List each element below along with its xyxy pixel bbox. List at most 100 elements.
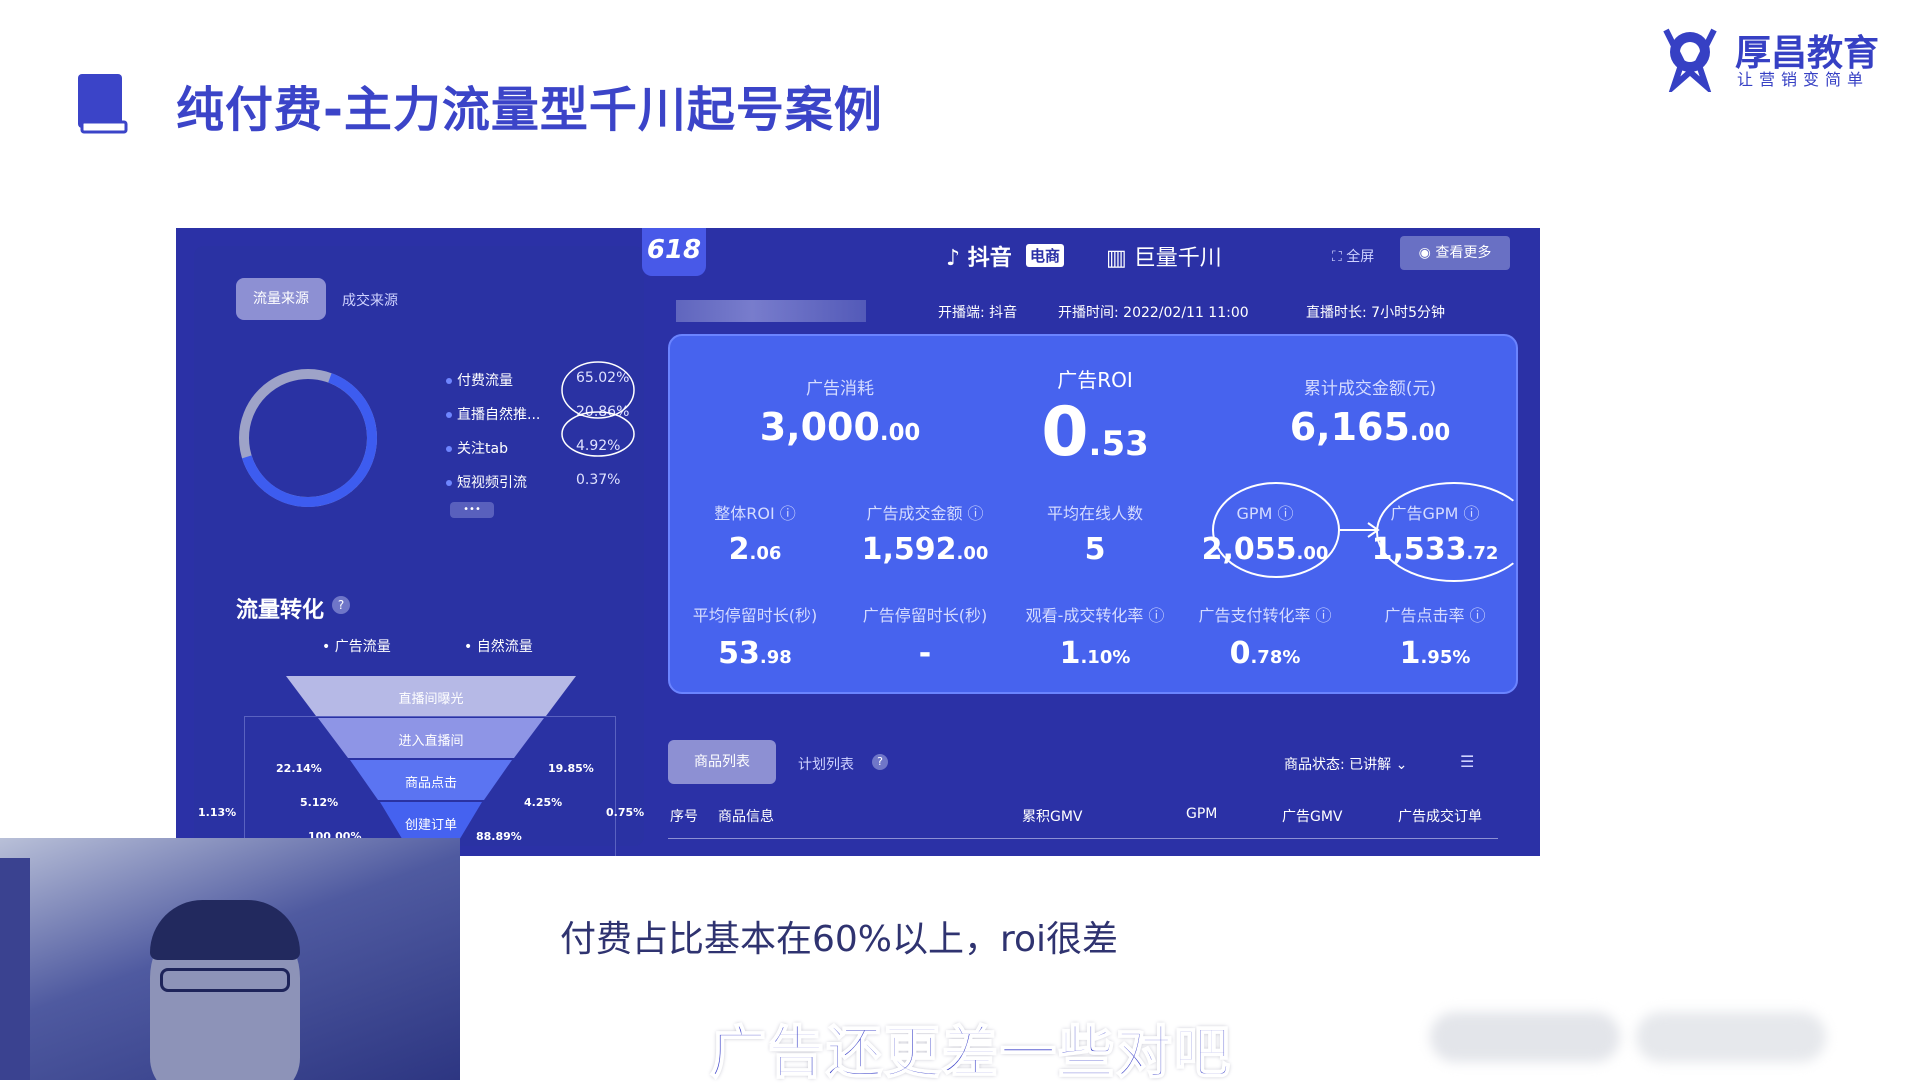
metric-int: 0 [1041,393,1089,472]
legend-dot [446,480,452,486]
metric-avg-online: 平均在线人数 5 [1010,500,1180,567]
metric-ad-stay: 广告停留时长(秒) - [840,602,1010,671]
metric-label: 广告支付转化率 ⓘ [1198,606,1332,625]
metric-ad-spend: 广告消耗 3,000.00 [720,374,960,449]
metric-ad-roi: 广告ROI 0.53 [975,364,1215,472]
live-platform: 开播端: 抖音 [938,305,1018,321]
table-header-ad-gmv: 广告GMV [1282,809,1343,825]
funnel-level-exposure: 直播间曝光 [398,692,464,707]
live-duration: 直播时长: 7小时5分钟 [1306,305,1445,321]
legend-dot [446,412,452,418]
metric-total-deal: 累计成交金额(元) 6,165.00 [1250,374,1490,449]
legend-label: 付费流量 [457,373,513,389]
metric-label: 广告成交金额 ⓘ [866,504,984,523]
metric-dec: .00 [879,420,921,446]
legend-label: 短视频引流 [457,475,527,491]
metric-label: 广告消耗 [806,379,874,399]
metric-value: 0.78% [1180,636,1350,671]
highlight-annotation [561,361,635,457]
presenter-glasses [160,968,290,992]
funnel-pct: 19.85% [548,762,594,775]
metric-int: 1 [1059,636,1081,671]
metric-label: 广告ROI [1057,368,1133,392]
logo-slogan: 让营销变简单 [1737,70,1870,89]
metric-dec: .78% [1250,647,1301,668]
legend-natural-traffic: • 自然流量 [464,639,533,655]
slide-note: 付费占比基本在60%以上，roi很差 [560,919,1119,960]
metric-value: 2.06 [670,532,840,567]
slide-title: 纯付费-主力流量型千川起号案例 [176,82,883,138]
funnel-pct: 1.13% [198,806,237,819]
metric-ad-deal: 广告成交金额 ⓘ 1,592.00 [840,500,1010,567]
tab-plan-list[interactable]: 计划列表 [798,754,854,774]
douyin-logo: ♪ 抖音 [946,246,1012,271]
metric-dec: .06 [749,543,782,564]
metric-int: 1,592 [861,532,957,567]
metric-dec: .00 [956,543,989,564]
view-more-button[interactable]: ◉ 查看更多 [1400,236,1510,270]
legend-dot [446,446,452,452]
table-header-gpm: GPM [1186,806,1218,822]
tab-product-list[interactable]: 商品列表 [668,740,776,784]
settings-icon[interactable]: ☰ [1460,752,1474,771]
metric-value: 1.10% [1010,636,1180,671]
metric-avg-stay: 平均停留时长(秒) 53.98 [670,602,840,671]
douyin-tag: 电商 [1026,244,1065,267]
metric-label: 平均停留时长(秒) [692,606,818,625]
qianchuan-logo: ▥ 巨量千川 [1106,246,1222,271]
metric-label: 平均在线人数 [1046,504,1143,523]
blurred-account-name [676,300,866,322]
presenter-webcam [0,838,460,1080]
tab-traffic-source[interactable]: 流量来源 [236,278,326,320]
metric-dec: .95% [1420,647,1471,668]
legend-label: 直播自然推... [457,407,541,423]
metric-label: 累计成交金额(元) [1303,379,1437,399]
legend-item: 直播自然推... [446,404,540,424]
product-status-filter[interactable]: 商品状态: 已讲解 ⌄ [1284,754,1407,774]
blurred-watermark [1636,1012,1826,1062]
metric-int: 1 [1399,636,1421,671]
metric-value: 53.98 [670,636,840,671]
webcam-background [0,858,30,1080]
table-header-product: 商品信息 [718,809,774,825]
legend-item: 关注tab [446,438,508,458]
legend-ad-traffic: • 广告流量 [322,639,391,655]
event-badge: 618 [642,228,706,276]
presenter-hair [150,900,300,960]
metric-dec: .00 [1409,420,1451,446]
metric-dec: .10% [1080,647,1131,668]
metric-int: 53 [718,636,760,671]
metric-label: 整体ROI ⓘ [714,504,796,523]
metric-value: - [840,636,1010,671]
metric-label-text: 广告支付转化率 [1198,606,1311,625]
metric-int: 0 [1229,636,1251,671]
metric-ad-pay-conversion: 广告支付转化率 ⓘ 0.78% [1180,602,1350,671]
legend-more-button[interactable]: ••• [450,502,494,518]
funnel-level-click: 商品点击 [404,776,457,791]
metric-label-text: 整体ROI [714,504,775,523]
qianchuan-label: 巨量千川 [1133,246,1222,271]
book-icon [78,74,128,134]
traffic-panel: 流量来源 成交来源 付费流量 65.02% 直播自然推... 20.86% 关注… [194,246,645,856]
metric-int: - [918,636,932,671]
tab-deal-source[interactable]: 成交来源 [342,290,398,310]
legend-label: 自然流量 [476,639,533,655]
view-more-label: 查看更多 [1435,245,1492,261]
metric-label-text: 观看-成交转化率 [1025,606,1144,625]
metric-value: 5 [1010,532,1180,567]
metric-value: 3,000.00 [720,405,960,449]
table-header-ad-orders: 广告成交订单 [1398,809,1482,825]
funnel-pct: 5.12% [300,796,339,809]
metric-label: 广告点击率 ⓘ [1384,606,1486,625]
help-icon[interactable]: ? [332,596,350,614]
funnel-pct: 0.75% [606,806,645,819]
metric-label: 观看-成交转化率 ⓘ [1025,606,1165,625]
metric-value: 0.53 [975,393,1215,472]
fullscreen-button[interactable]: ⛶ 全屏 [1332,246,1374,266]
legend-item: 付费流量 [446,370,513,390]
funnel-level-enter: 进入直播间 [398,734,464,749]
metric-dec: .53 [1088,424,1149,464]
blurred-watermark [1430,1012,1620,1062]
help-icon[interactable]: ? [872,754,888,770]
metric-value: 6,165.00 [1250,405,1490,449]
